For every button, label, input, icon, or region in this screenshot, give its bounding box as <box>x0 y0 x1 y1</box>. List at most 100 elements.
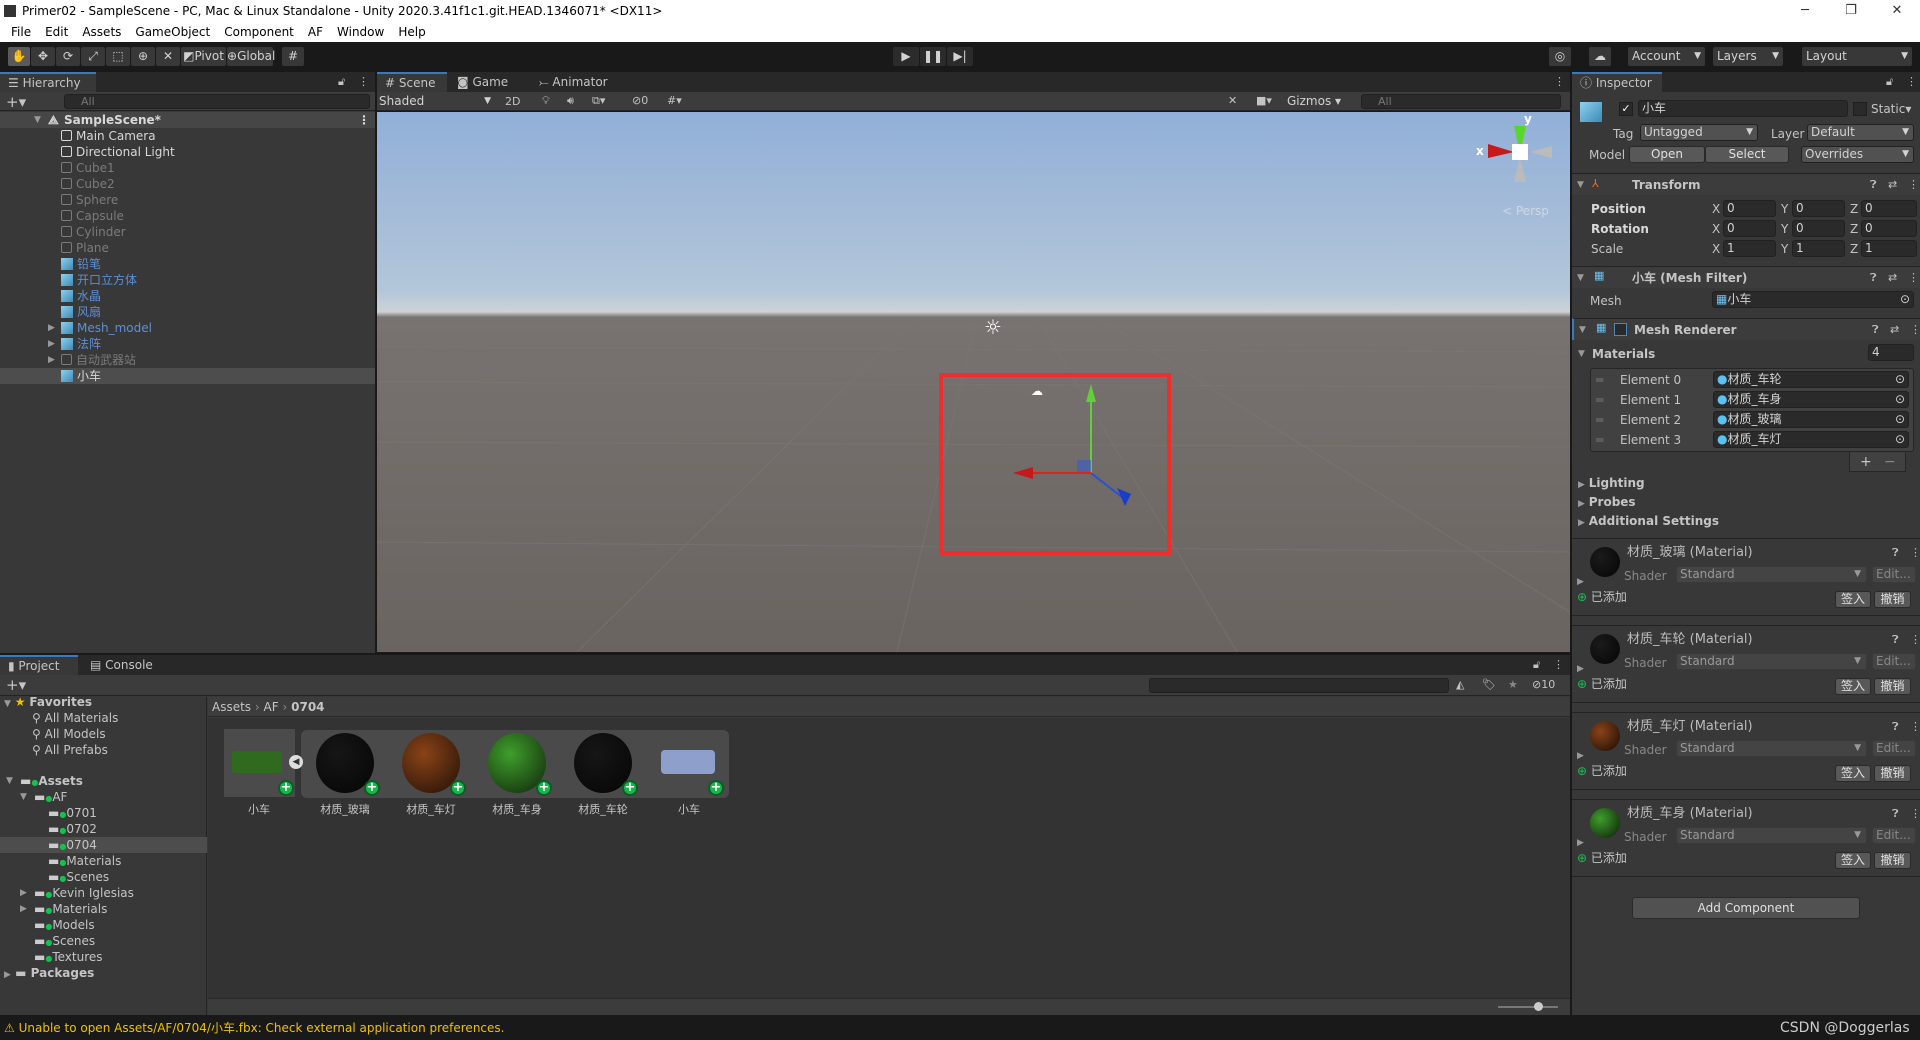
tools-icon[interactable]: ✕ <box>1228 94 1237 107</box>
foldout-additional-settings[interactable]: ▶ Additional Settings <box>1578 514 1878 528</box>
help-icon[interactable]: ❓︎ <box>1872 323 1879 337</box>
rotate-tool-icon[interactable]: ⟳ <box>56 47 80 66</box>
hierarchy-item[interactable]: Cube1 <box>0 160 375 176</box>
more-icon[interactable]: ⋮ <box>358 75 369 88</box>
presets-icon[interactable]: ⇄ <box>1888 271 1897 284</box>
filter-label-icon[interactable]: 🏷︎ <box>1482 678 1496 691</box>
help-icon[interactable]: ❓︎ <box>1870 178 1877 192</box>
expand-arrow-icon[interactable]: ▶ <box>1577 664 1584 674</box>
hierarchy-item[interactable]: ▶ 法阵 <box>0 336 375 352</box>
favorite-item[interactable]: ⚲ All Models <box>32 726 106 742</box>
tab-game[interactable]: ◙ Game <box>449 72 516 92</box>
more-icon[interactable]: ⋮ <box>1553 658 1564 671</box>
persp-label[interactable]: < Persp <box>1502 204 1549 218</box>
lighting-icon[interactable]: 💡︎ <box>542 94 550 108</box>
camera-icon[interactable]: ■▾ <box>1256 94 1272 107</box>
menu-edit[interactable]: Edit <box>38 22 75 42</box>
tab-inspector[interactable]: ⓘ Inspector <box>1572 72 1662 92</box>
checkin-button[interactable]: 签入 <box>1835 852 1871 869</box>
lock-icon[interactable]: 🔓︎ <box>338 75 345 89</box>
foldout-lighting[interactable]: ▶ Lighting <box>1578 476 1878 490</box>
project-folder[interactable]: ▶ ▬●Materials <box>0 901 207 917</box>
zoom-slider[interactable] <box>1498 1002 1558 1011</box>
x-axis-handle[interactable] <box>1013 467 1033 479</box>
mesh-thumbnail[interactable] <box>661 750 715 774</box>
hierarchy-item[interactable]: Cube2 <box>0 176 375 192</box>
asset-label[interactable]: 材质_车轮 <box>563 801 643 817</box>
hierarchy-item[interactable]: 风扇 <box>0 304 375 320</box>
favorite-item[interactable]: ⚲ All Prefabs <box>32 742 108 758</box>
more-icon[interactable]: ⋮ <box>1906 75 1917 88</box>
project-search-input[interactable] <box>1149 678 1449 693</box>
material-field[interactable]: ●材质_车灯 ⊙ <box>1713 431 1909 448</box>
hand-tool-icon[interactable]: ✋ <box>8 47 30 66</box>
materials-label[interactable]: Materials <box>1592 346 1655 362</box>
object-picker-icon[interactable]: ⊙ <box>1895 432 1905 447</box>
hierarchy-item[interactable]: Plane <box>0 240 375 256</box>
edit-shader-button[interactable]: Edit... <box>1872 740 1916 757</box>
component-menu-icon[interactable]: ⋮ <box>1908 271 1919 284</box>
shader-dropdown[interactable]: Standard ▼ <box>1676 740 1867 757</box>
effects-icon[interactable]: ⧉▾ <box>592 94 605 108</box>
hierarchy-item[interactable]: Capsule <box>0 208 375 224</box>
tab-project[interactable]: ▮ Project <box>0 655 78 675</box>
breadcrumb-af[interactable]: AF <box>264 700 279 714</box>
presets-icon[interactable]: ⇄ <box>1890 323 1899 336</box>
z-axis-handle[interactable] <box>1117 488 1131 506</box>
project-folder[interactable]: ▶ ▬●Kevin Iglesias <box>0 885 207 901</box>
menu-component[interactable]: Component <box>217 22 301 42</box>
close-button[interactable]: ✕ <box>1874 0 1920 22</box>
checkin-button[interactable]: 签入 <box>1835 678 1871 695</box>
scale-tool-icon[interactable]: ⤢ <box>81 47 105 66</box>
object-picker-icon[interactable]: ⊙ <box>1895 412 1905 427</box>
component-menu-icon[interactable]: ⋮ <box>1910 807 1920 820</box>
packages-folder[interactable]: ▶ ▬ Packages <box>4 965 94 983</box>
edit-shader-button[interactable]: Edit... <box>1872 827 1916 844</box>
object-picker-icon[interactable]: ⊙ <box>1895 372 1905 387</box>
expand-arrow-icon[interactable]: ▶ <box>48 336 55 352</box>
open-button[interactable]: Open <box>1629 146 1705 163</box>
expand-arrow-icon[interactable]: ▶ <box>1577 838 1584 848</box>
foldout-probes[interactable]: ▶ Probes <box>1578 495 1878 509</box>
mesh-field[interactable]: ▦小车 ⊙ <box>1712 291 1914 308</box>
project-folder[interactable]: ▼ ▬●AF <box>0 789 207 805</box>
more-icon[interactable]: ⋮ <box>1554 75 1565 88</box>
cloud-icon[interactable]: ☁ <box>1589 47 1611 66</box>
help-icon[interactable]: ❓︎ <box>1892 807 1899 821</box>
scene-menu-icon[interactable]: ⋮ <box>358 112 370 128</box>
asset-label[interactable]: 材质_玻璃 <box>305 801 385 817</box>
component-menu-icon[interactable]: ⋮ <box>1910 546 1920 559</box>
transform-header[interactable]: ▼ ⅄ Transform ❓︎ ⇄ ⋮ <box>1572 173 1920 195</box>
shader-dropdown[interactable]: Standard ▼ <box>1676 653 1867 670</box>
mesh-renderer-header[interactable]: ▼ ▦ Mesh Renderer ❓︎ ⇄ ⋮ <box>1572 318 1920 340</box>
scale-y-input[interactable]: 1 <box>1792 240 1845 257</box>
project-folder[interactable]: ▼ ▬●Assets <box>0 773 207 789</box>
lock-icon[interactable]: 🔓︎ <box>1533 658 1540 672</box>
remove-element-button[interactable]: − <box>1884 454 1896 470</box>
hierarchy-item[interactable]: 开口立方体 <box>0 272 375 288</box>
static-dropdown[interactable]: Static▾ <box>1871 101 1911 117</box>
layers-dropdown[interactable]: Layers ▼ <box>1713 47 1783 66</box>
scene-viewport[interactable]: ☼ ☁ y x < Persp <box>377 112 1570 652</box>
hierarchy-search-input[interactable]: All <box>64 94 370 109</box>
grid-icon[interactable]: #▾ <box>667 94 682 107</box>
drag-handle-icon[interactable]: ═ <box>1596 392 1603 408</box>
tab-hierarchy[interactable]: ☰ Hierarchy <box>0 72 96 92</box>
y-axis-handle[interactable] <box>1086 384 1096 402</box>
move-gizmo[interactable] <box>377 112 1570 652</box>
asset-label[interactable]: 材质_车身 <box>477 801 557 817</box>
asset-label[interactable]: 材质_车灯 <box>391 801 471 817</box>
expand-arrow-icon[interactable]: ▶ <box>1577 577 1584 587</box>
snap-icon[interactable]: # <box>282 47 304 66</box>
help-icon[interactable]: ❓︎ <box>1892 720 1899 734</box>
expand-arrow-icon[interactable]: ▶ <box>1577 751 1584 761</box>
project-folder[interactable]: ▬●Materials <box>0 853 207 869</box>
add-component-button[interactable]: Add Component <box>1632 897 1860 919</box>
material-field[interactable]: ●材质_玻璃 ⊙ <box>1713 411 1909 428</box>
collapse-icon[interactable]: ◀ <box>289 755 303 769</box>
maximize-button[interactable]: ❐ <box>1828 0 1874 22</box>
add-element-button[interactable]: + <box>1860 454 1872 470</box>
revert-button[interactable]: 撤销 <box>1874 591 1911 608</box>
hierarchy-item[interactable]: 水晶 <box>0 288 375 304</box>
shader-dropdown[interactable]: Standard ▼ <box>1676 827 1867 844</box>
